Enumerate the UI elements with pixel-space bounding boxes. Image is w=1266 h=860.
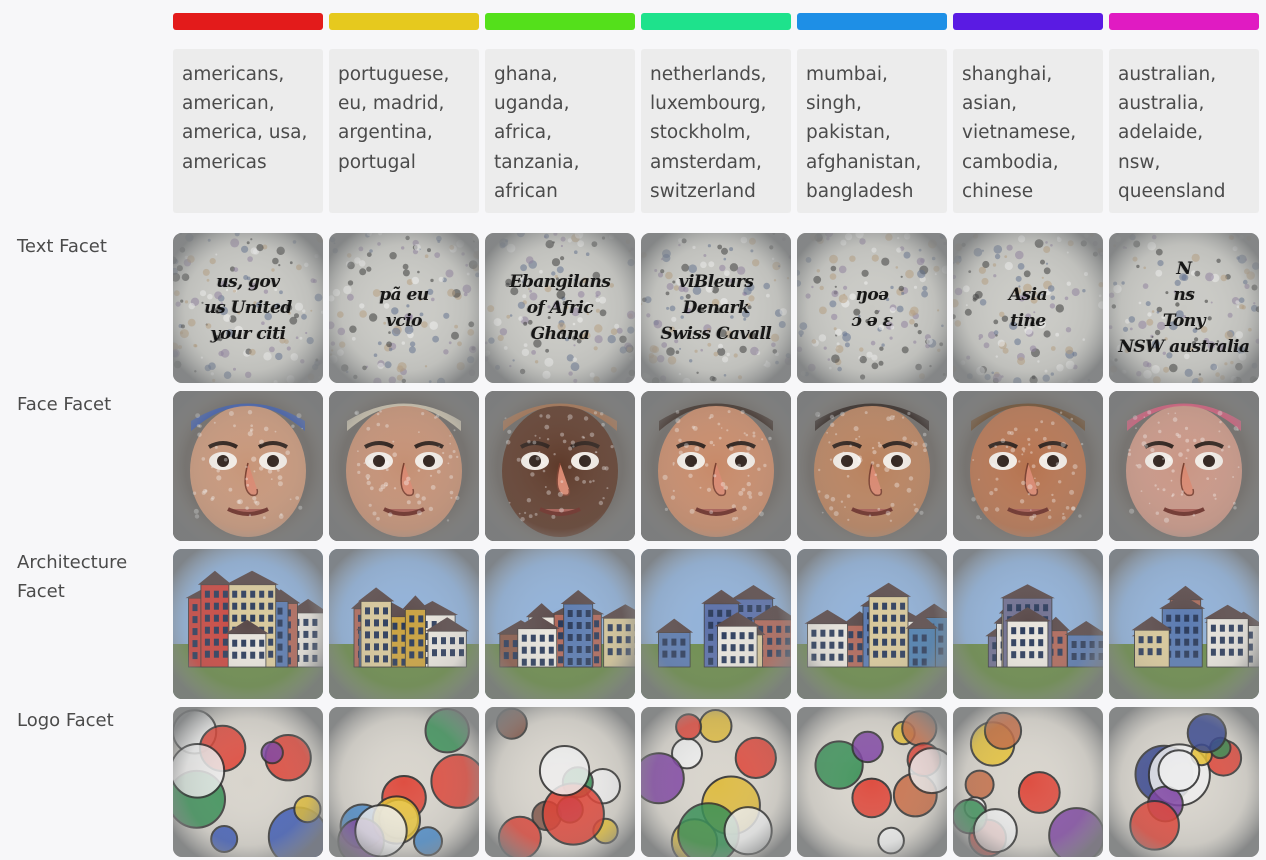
face-facet-image [1109,391,1259,541]
facet-text-line: Tony [1162,311,1206,331]
facet-text-line: Denark [682,298,750,318]
facet-text-line: ɔ ə ɛ [851,311,893,331]
logo-facet-image [797,707,947,857]
face-facet-image [641,391,791,541]
arch-facet-image [641,549,791,699]
logo-facet-image [173,707,323,857]
keyword-box: shanghai, asian, vietnamese, cambodia, c… [953,49,1103,213]
face-facet-image [329,391,479,541]
text-facet-image: ŋoə ɔ ə ɛ [797,233,947,383]
facet-text-line: viBleurs [678,272,754,292]
arch-facet-image [953,549,1103,699]
logo-facet-image [485,707,635,857]
row-label: Text Facet [17,236,107,257]
color-swatch [485,13,635,30]
color-swatch [329,13,479,30]
keyword-box: ghana, uganda, africa, tanzania, african [485,49,635,213]
face-facet-image [953,391,1103,541]
arch-facet-image [797,549,947,699]
facet-text-line: Asia [1008,285,1048,305]
logo-facet-image [953,707,1103,857]
facet-text-line: ns [1173,285,1195,305]
facet-text-line: of Afric [526,298,594,318]
text-facet-image: viBleurs Denark Swiss Cavall [641,233,791,383]
keyword-box: americans, american, america, usa, ameri… [173,49,323,213]
color-swatch [953,13,1103,30]
text-facet-image: Asia tine [953,233,1103,383]
keyword-box: netherlands, luxembourg, stockholm, amst… [641,49,791,213]
face-facet-image [173,391,323,541]
keyword-box: australian, australia, adelaide, nsw, qu… [1109,49,1259,213]
facet-text-line: NSW australia [1118,337,1250,357]
facet-generated-text: viBleurs Denark Swiss Cavall [641,233,791,383]
facet-generated-text: ŋoə ɔ ə ɛ [797,233,947,383]
facet-text-line: vcio [385,311,423,331]
arch-facet-image [1109,549,1259,699]
facet-generated-text: us, gov us United your citi [173,233,323,383]
logo-facet-image [329,707,479,857]
facet-text-line: ŋoə [855,285,889,305]
logo-facet-image [641,707,791,857]
arch-facet-image [485,549,635,699]
facet-generated-text: pã eu vcio [329,233,479,383]
facet-generated-text: Ebangilans of Afric Ghana [485,233,635,383]
face-facet-image [485,391,635,541]
facet-generated-text: Nns Tony NSW australia [1109,233,1259,383]
row-label: Architecture Facet [17,552,128,602]
row-label: Logo Facet [17,710,114,731]
facet-generated-text: Asia tine [953,233,1103,383]
text-facet-image: pã eu vcio [329,233,479,383]
arch-facet-image [173,549,323,699]
facet-text-line: your citi [210,324,286,344]
facet-text-line: Swiss Cavall [660,324,772,344]
facet-text-line: tine [1010,311,1046,331]
facet-text-line: pã eu [379,285,429,305]
text-facet-image: Ebangilans of Afric Ghana [485,233,635,383]
text-facet-image: Nns Tony NSW australia [1109,233,1259,383]
facet-text-line: us, gov [216,272,280,292]
facet-text-line: Ebangilans [509,272,611,292]
color-swatch [173,13,323,30]
row-label: Face Facet [17,394,112,415]
keyword-box: portuguese, eu, madrid, argentina, portu… [329,49,479,213]
facet-text-line: N [1176,259,1192,279]
color-swatch [797,13,947,30]
facet-text-line: Ghana [530,324,590,344]
facet-text-line: us United [204,298,292,318]
arch-facet-image [329,549,479,699]
logo-facet-image [1109,707,1259,857]
color-swatch [641,13,791,30]
keyword-box: mumbai, singh, pakistan, afghanistan, ba… [797,49,947,213]
text-facet-image: us, gov us United your citi [173,233,323,383]
face-facet-image [797,391,947,541]
color-swatch [1109,13,1259,30]
